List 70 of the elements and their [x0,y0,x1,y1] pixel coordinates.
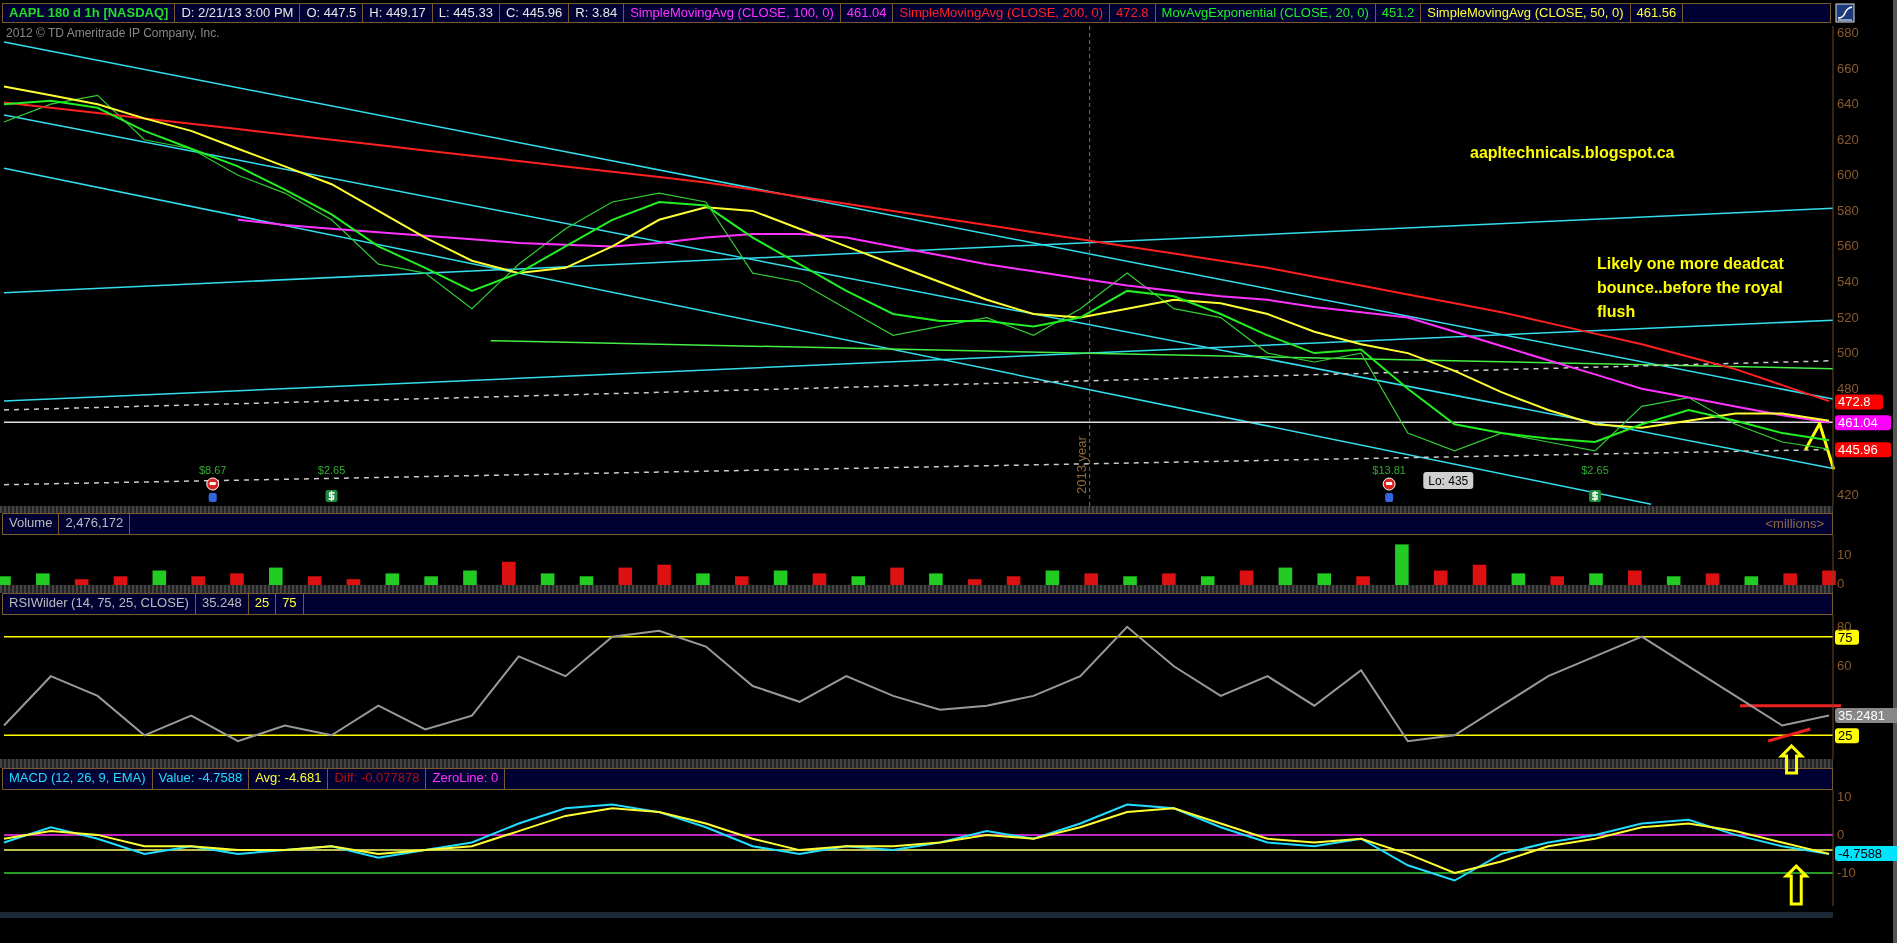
dollar-icon[interactable] [1589,490,1602,502]
legend-item: Avg: -4.681 [249,769,329,789]
axis-line [1832,534,1834,586]
zigzag-drawing [1804,419,1836,470]
legend-item: O: 447.5 [300,4,364,22]
legend-item: 2,476,172 [59,514,131,534]
value-tag: 445.96 [1835,442,1891,458]
legend-item: RSIWilder (14, 75, 25, CLOSE) [3,594,196,614]
legend-item: Diff: -0.077878 [328,769,427,789]
legend-item: C: 445.96 [499,4,570,22]
website-text: aapltechnicals.blogspot.ca [1470,144,1675,162]
legend-item: 461.04 [840,4,894,22]
axis-label: 580 [1837,202,1859,218]
legend-item: MovAvgExponential (CLOSE, 20, 0) [1155,4,1376,22]
dollar-icon[interactable] [325,490,338,502]
low-label: Lo: 435 [1423,472,1474,490]
legend-item: Value: -4.7588 [152,769,250,789]
chart-style-icon[interactable] [1835,3,1855,23]
legend-item: 35.248 [195,594,249,614]
legend-item: AAPL 180 d 1h [NASDAQ] [3,4,176,22]
axis-label: 680 [1837,25,1859,41]
legend-item: 461.56 [1630,4,1684,22]
legend-item: MACD (12, 26, 9, EMA) [3,769,153,789]
event-label: $8.67 [198,464,227,476]
axis-label: 480 [1837,380,1859,396]
axis-label: 600 [1837,167,1859,183]
axis-label: 620 [1837,131,1859,147]
value-tag: 25 [1835,728,1859,744]
event-marker-icon[interactable] [1382,477,1396,502]
legend-item: SimpleMovingAvg (CLOSE, 50, 0) [1421,4,1631,22]
year-label: 2013 year [1073,436,1089,494]
up-arrow-drawing [1782,863,1810,906]
value-tag: 461.04 [1835,415,1891,431]
axis-label: 420 [1837,487,1859,503]
legend-item: L: 445.33 [432,4,500,22]
note-text: Likely one more deadcat bounce..before the royal flush [1597,254,1785,322]
value-tag: 35.2481 [1835,708,1897,724]
legend-item: 75 [276,594,304,614]
legend-item: SimpleMovingAvg (CLOSE, 100, 0) [624,4,841,22]
legend-item: SimpleMovingAvg (CLOSE, 200, 0) [893,4,1110,22]
scrollbar[interactable] [0,912,1833,918]
axis-label: -10 [1837,864,1856,880]
axis-label: 10 [1837,547,1852,562]
axis-label: 560 [1837,238,1859,254]
legend-item: 25 [248,594,277,614]
legend-item: H: 449.17 [363,4,433,22]
axis-label: 660 [1837,60,1859,76]
event-label: $2.65 [317,464,346,476]
value-tag: -4.7588 [1835,846,1897,861]
legend-item: ZeroLine: 0 [426,769,506,789]
axis-label: 60 [1837,658,1852,674]
legend-item: D: 2/21/13 3:00 PM [175,4,301,22]
axis-label: 640 [1837,96,1859,112]
event-label: $2.65 [1581,464,1609,476]
unit-label: <millions> [1765,515,1825,533]
axis-label: 520 [1837,309,1859,325]
legend-item: R: 3.84 [569,4,625,22]
axis-label: 500 [1837,345,1859,361]
value-tag: 472.8 [1835,394,1883,410]
legend-item: 451.2 [1375,4,1422,22]
axis-label: 540 [1837,274,1859,289]
event-label: $13.81 [1372,464,1406,476]
up-arrow-drawing [1777,743,1806,775]
event-marker-icon[interactable] [206,477,220,502]
copyright-text: 2012 © TD Ameritrade IP Company, Inc. [6,26,220,40]
axis-label: 0 [1837,576,1845,591]
axis-label: 0 [1837,826,1845,842]
legend-item: 472.8 [1110,4,1156,22]
legend-item: Volume [3,514,60,534]
axis-label: 10 [1837,788,1852,804]
